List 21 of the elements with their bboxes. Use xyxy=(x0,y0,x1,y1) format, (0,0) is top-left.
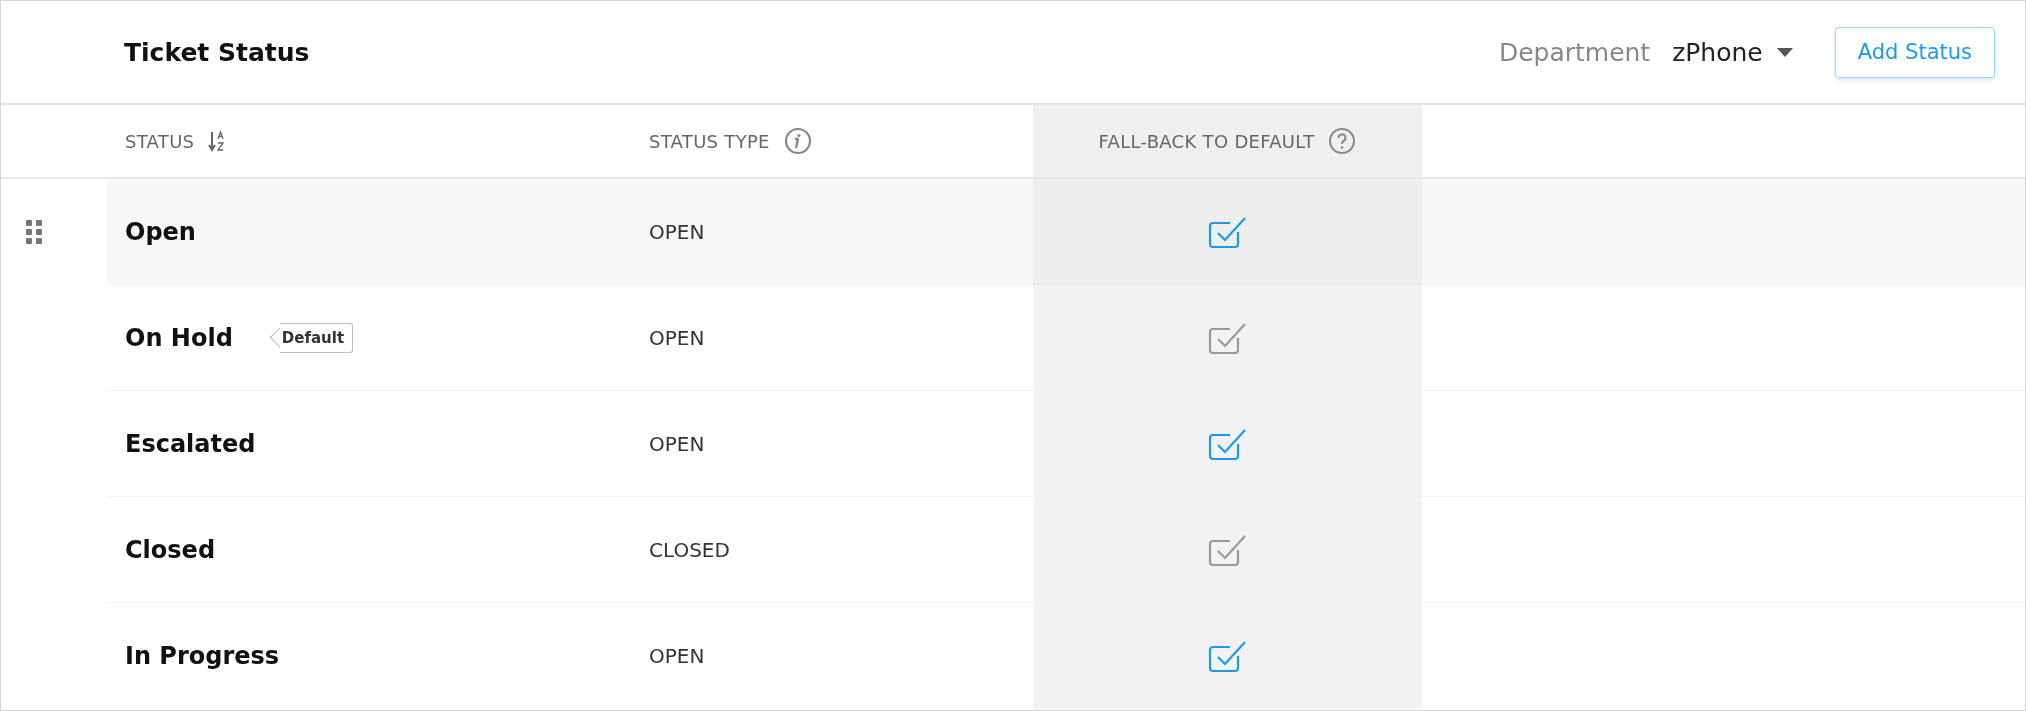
column-header: STATUS TYPE xyxy=(649,130,770,152)
status-name: On Hold xyxy=(125,323,233,352)
column-header: STATUS xyxy=(125,130,195,152)
status-type: OPEN xyxy=(649,644,705,668)
status-name: In Progress xyxy=(125,642,280,670)
status-type: CLOSED xyxy=(649,537,730,562)
status-type: OPEN xyxy=(649,431,705,456)
status-type: OPEN xyxy=(649,325,705,350)
drag-handle-icon[interactable] xyxy=(26,220,42,244)
status-name: Open xyxy=(125,217,196,246)
sort-icon[interactable] xyxy=(208,130,227,152)
department-dropdown[interactable]: zPhone xyxy=(1672,37,1793,67)
status-name: Escalated xyxy=(125,429,256,458)
help-icon[interactable] xyxy=(1328,127,1357,155)
department-label: Department xyxy=(1498,37,1651,67)
status-type: OPEN xyxy=(649,219,705,244)
info-icon[interactable] xyxy=(783,127,812,155)
caret-icon xyxy=(1776,47,1793,57)
status-name: Closed xyxy=(125,535,216,564)
column-header: FALL-BACK TO DEFAULT xyxy=(1098,130,1315,152)
page-title: Ticket Status xyxy=(124,37,311,67)
